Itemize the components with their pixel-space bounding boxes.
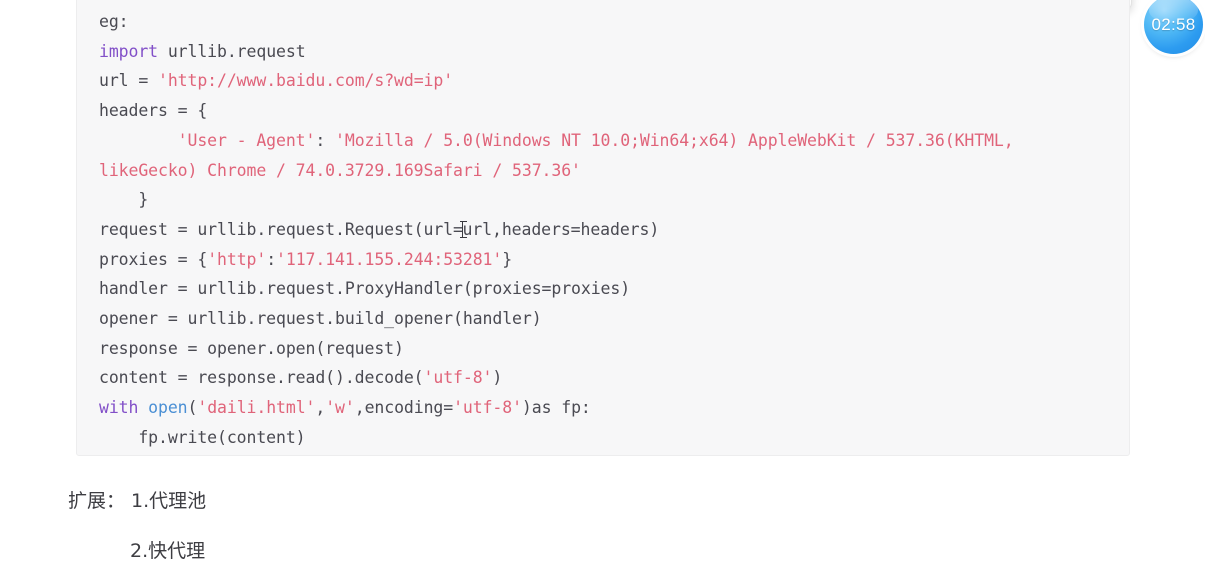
timer-value: 02:58 [1151, 14, 1196, 34]
line-import: import urllib.request [99, 41, 306, 61]
notes-section: 扩展： 1.代理池 2.快代理 [68, 476, 668, 576]
line-url: url = 'http://www.baidu.com/s?wd=ip' [99, 71, 454, 91]
note-line-kuaidaili: 2.快代理 [130, 540, 206, 562]
code-block[interactable]: eg: import urllib.request url = 'http://ww… [76, 0, 1130, 456]
line-proxies: proxies = {'http':'117.141.155.244:53281… [99, 249, 513, 269]
countdown-timer-badge[interactable]: 02:58 [1144, 0, 1203, 54]
line-opener: opener = urllib.request.build_opener(han… [99, 309, 542, 329]
line-handler: handler = urllib.request.ProxyHandler(pr… [99, 279, 631, 299]
line-headers: headers = { [99, 101, 208, 121]
line-ua: 'User - Agent': 'Mozilla / 5.0(Windows N… [99, 130, 1024, 180]
code-lines-container: eg: import urllib.request url = 'http://ww… [77, 7, 1129, 453]
line-content: content = response.read().decode('utf-8'… [99, 368, 503, 388]
line-brace: } [99, 190, 149, 210]
note-line-extensions: 扩展： 1.代理池 [68, 490, 207, 512]
line-write: fp.write(content) [99, 427, 306, 447]
text-cursor [459, 220, 467, 238]
line-request: request = urllib.request.Request(url=url… [99, 219, 660, 239]
line-with: with open('daili.html','w',encoding='utf… [99, 398, 591, 418]
line-response: response = opener.open(request) [99, 338, 404, 358]
line-eg: eg: [99, 12, 129, 31]
